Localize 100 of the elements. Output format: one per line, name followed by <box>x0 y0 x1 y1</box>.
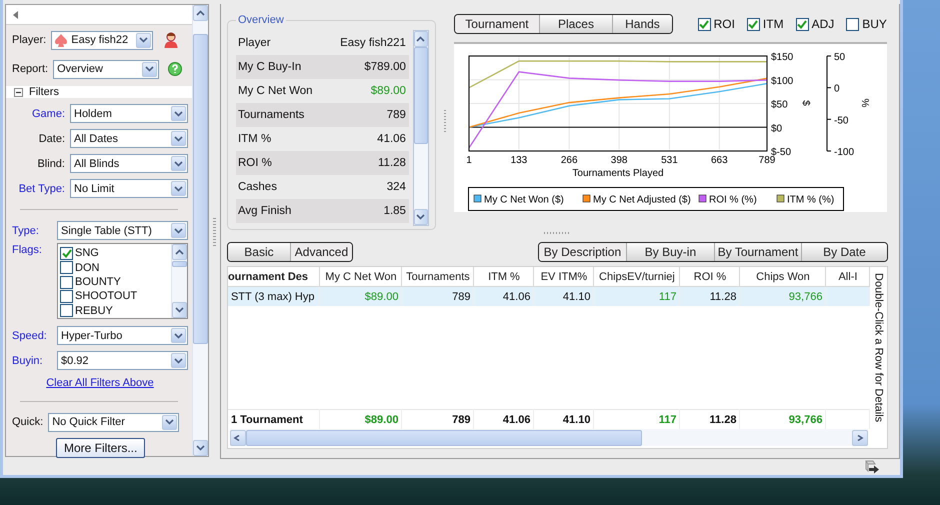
dropdown-button[interactable] <box>142 62 158 76</box>
scroll-thumb[interactable] <box>172 260 187 267</box>
stat-value: 11.28 <box>378 157 406 169</box>
legend-swatch <box>698 194 706 202</box>
column-header[interactable]: Chips Won <box>740 267 826 286</box>
checkbox[interactable] <box>60 290 73 303</box>
filter-dropdown[interactable]: All Blinds <box>70 154 188 173</box>
column-header[interactable]: ITM % <box>474 267 534 286</box>
checkbox[interactable] <box>60 304 73 318</box>
dropdown-button[interactable] <box>171 106 186 121</box>
filter-label: Bet Type: <box>18 182 65 194</box>
filter-label: Buyin: <box>12 354 44 366</box>
table-cell: STT (3 max) Hyp <box>228 286 320 306</box>
player-dropdown[interactable]: Easy fish22 <box>51 30 154 50</box>
overview-scrollbar[interactable] <box>412 30 429 226</box>
view-tab[interactable]: Basic <box>228 243 290 261</box>
spade-icon <box>55 34 68 46</box>
splitter-grip-icon[interactable] <box>213 218 216 246</box>
checkbox[interactable] <box>698 18 711 30</box>
dropdown-button[interactable] <box>171 223 186 238</box>
filter-dropdown[interactable]: Single Table (STT) <box>57 221 188 240</box>
collapse-arrow-icon[interactable] <box>13 10 18 18</box>
dropdown-button[interactable] <box>171 181 186 196</box>
checkbox[interactable] <box>60 276 73 289</box>
panel-title: Overview <box>236 14 285 26</box>
stat-label: My C Buy-In <box>238 61 302 73</box>
person-icon[interactable] <box>164 32 178 48</box>
x-tick-label: 133 <box>510 155 528 166</box>
scroll-thumb[interactable] <box>193 34 208 344</box>
chart-tab[interactable]: Places <box>538 15 612 33</box>
column-header[interactable]: ChipsEV/turniej <box>594 267 680 286</box>
horizontal-scrollbar[interactable] <box>230 429 868 446</box>
column-header[interactable]: EV ITM% <box>534 267 594 286</box>
y-tick-label: $50 <box>770 100 788 110</box>
caret-icon <box>174 332 183 338</box>
x-tick-label: 266 <box>560 155 578 166</box>
checkbox[interactable] <box>746 18 760 30</box>
arrow-icon[interactable] <box>864 460 880 474</box>
caret-icon <box>139 37 148 43</box>
dropdown-button[interactable] <box>136 32 152 48</box>
splitter-grip-icon[interactable] <box>444 110 446 134</box>
group-tab[interactable]: By Tournament <box>714 243 801 261</box>
legend-label: My C Net Won ($) <box>484 194 564 206</box>
caret-icon <box>165 419 174 425</box>
dropdown-button[interactable] <box>162 414 178 430</box>
legend-swatch <box>776 194 784 202</box>
table-cell: 789 <box>402 286 474 306</box>
help-icon[interactable] <box>168 62 182 76</box>
chart-tab[interactable]: Hands <box>612 15 672 33</box>
caret-icon <box>174 160 183 166</box>
x-tick-label: 663 <box>710 155 728 166</box>
dropdown-button[interactable] <box>171 328 186 343</box>
section-header: Filters <box>29 86 59 98</box>
stat-value: Easy fish221 <box>340 37 406 49</box>
column-header[interactable]: ROI % <box>680 267 740 286</box>
checkbox[interactable] <box>60 246 73 260</box>
column-header[interactable]: My C Net Won <box>320 267 402 286</box>
caret-icon <box>196 445 205 451</box>
dropdown-button[interactable] <box>171 353 186 368</box>
checkbox[interactable] <box>60 261 73 274</box>
stat-value: $89.00 <box>370 85 406 97</box>
y-tick-label: -50 <box>834 115 848 126</box>
caret-icon <box>855 434 864 440</box>
dropdown-button[interactable] <box>171 156 186 171</box>
more-filters-button[interactable]: More Filters... <box>56 438 146 458</box>
stat-label: ITM % <box>238 133 272 145</box>
group-tab[interactable]: By Buy-in <box>626 243 714 261</box>
table-row[interactable]: STT (3 max) Hyp $89.00 789 41.06 41.10 117 11.28 93,766 <box>228 286 870 306</box>
flag-label: DON <box>75 262 100 274</box>
view-tab[interactable]: Advanced <box>290 243 352 261</box>
flags-list[interactable]: SNG DON BOUNTY SHOOTOUT REBUY <box>57 243 188 319</box>
flag-label: SNG <box>75 247 99 260</box>
column-header[interactable]: ournament Des <box>228 267 320 286</box>
dropdown-button[interactable] <box>171 131 186 146</box>
table-cell: 93,766 <box>740 286 826 306</box>
group-tab[interactable]: By Date <box>800 243 887 261</box>
list-scrollbar[interactable] <box>171 244 187 318</box>
legend-swatch <box>582 194 590 202</box>
column-header[interactable]: All-I <box>826 267 870 286</box>
stat-value: 789 <box>386 109 406 121</box>
quick-filter-dropdown[interactable]: No Quick Filter <box>48 412 180 432</box>
filter-dropdown[interactable]: Hyper-Turbo <box>57 326 188 345</box>
filter-dropdown[interactable]: Holdem <box>70 104 188 123</box>
column-header[interactable]: Tournaments <box>402 267 474 286</box>
checkbox[interactable] <box>796 18 809 30</box>
filter-dropdown[interactable]: $0.92 <box>57 351 188 370</box>
filter-dropdown[interactable]: All Dates <box>70 129 188 148</box>
scroll-thumb[interactable] <box>414 47 428 144</box>
filter-dropdown[interactable]: No Limit <box>70 179 188 198</box>
field-label: Quick: <box>12 416 44 428</box>
caret-icon <box>174 136 183 142</box>
checkbox[interactable] <box>846 18 860 30</box>
flag-label: REBUY <box>75 304 113 317</box>
sidebar-scrollbar[interactable] <box>192 5 208 456</box>
caret-icon <box>174 186 183 192</box>
flag-label: BOUNTY <box>75 276 121 288</box>
clear-filters-link[interactable]: Clear All Filters Above <box>46 377 154 389</box>
collapse-toggle-icon[interactable] <box>14 88 23 96</box>
checkbox-label: BUY <box>862 17 887 31</box>
report-dropdown[interactable]: Overview <box>53 60 160 78</box>
